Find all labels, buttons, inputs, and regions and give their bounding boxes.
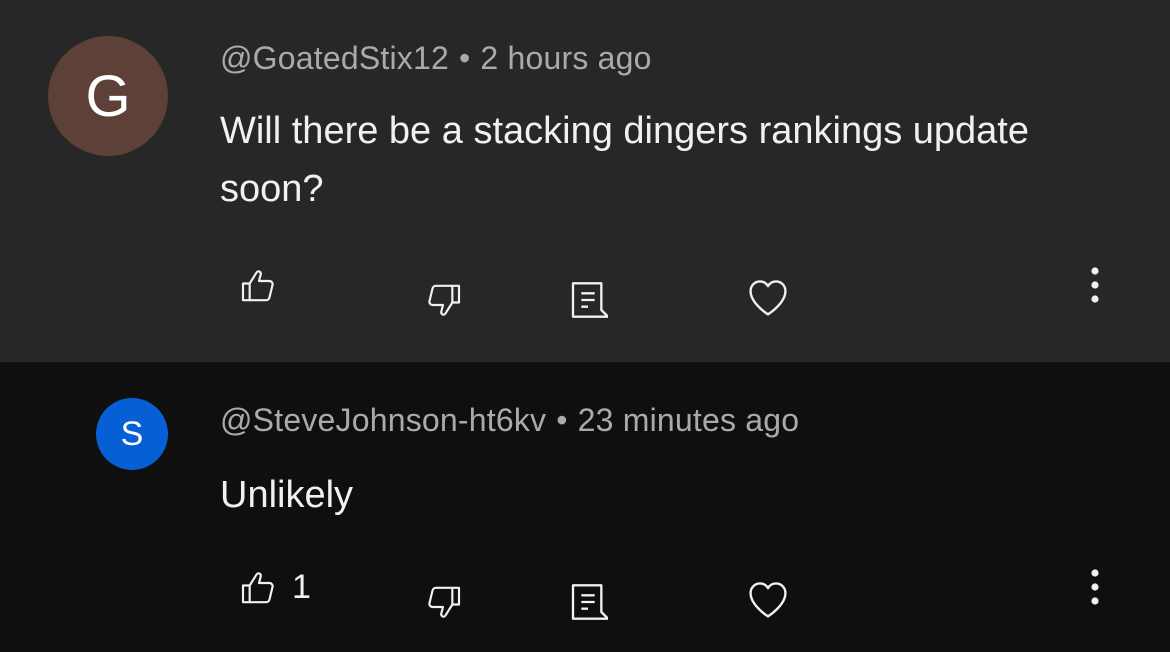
- like-count: 1: [292, 568, 311, 606]
- separator-dot: •: [556, 402, 568, 438]
- comment-time: 23 minutes ago: [577, 402, 800, 438]
- comment-text: Will there be a stacking dingers ranking…: [220, 110, 1030, 210]
- avatar[interactable]: S: [96, 398, 168, 470]
- comment-meta: @SteveJohnson-ht6kv • 23 minutes ago: [220, 402, 799, 439]
- comment-meta: @GoatedStix12 • 2 hours ago: [220, 40, 652, 77]
- more-vertical-icon[interactable]: [1086, 568, 1104, 606]
- separator-dot: •: [459, 40, 471, 76]
- reply-comment-icon[interactable]: [568, 278, 608, 322]
- comment-thread-item: G @GoatedStix12 • 2 hours ago Will there b…: [0, 0, 1170, 362]
- comment-text: Unlikely: [220, 474, 354, 516]
- reply-comment-icon[interactable]: [568, 580, 608, 624]
- heart-icon[interactable]: [746, 276, 790, 318]
- comment-reply-item: S @SteveJohnson-ht6kv • 23 minutes ago Unl…: [0, 362, 1170, 652]
- author-name[interactable]: @GoatedStix12: [220, 40, 449, 76]
- comment-time: 2 hours ago: [480, 40, 652, 76]
- more-vertical-icon[interactable]: [1086, 266, 1104, 304]
- avatar[interactable]: G: [48, 36, 168, 156]
- avatar-letter: G: [85, 63, 131, 129]
- avatar-letter: S: [120, 414, 144, 453]
- thumbs-down-icon[interactable]: [424, 582, 464, 622]
- thumbs-up-icon[interactable]: [238, 266, 278, 306]
- thumbs-down-icon[interactable]: [424, 280, 464, 320]
- author-name[interactable]: @SteveJohnson-ht6kv: [220, 402, 546, 438]
- thumbs-up-icon[interactable]: [238, 568, 278, 608]
- heart-icon[interactable]: [746, 578, 790, 620]
